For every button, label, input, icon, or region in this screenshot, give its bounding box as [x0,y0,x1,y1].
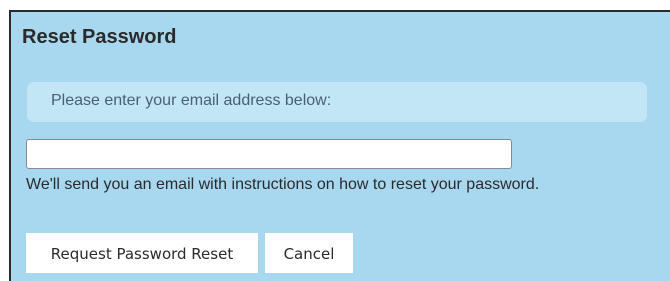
cancel-button[interactable]: Cancel [265,233,353,273]
help-text: We'll send you an email with instruction… [26,176,540,193]
instruction-box: Please enter your email address below: [27,82,647,122]
request-password-reset-button[interactable]: Request Password Reset [26,233,258,273]
reset-password-panel: Reset Password Please enter your email a… [9,10,670,281]
email-field[interactable] [26,139,512,169]
page-title: Reset Password [22,26,177,48]
instruction-text: Please enter your email address below: [51,92,332,109]
